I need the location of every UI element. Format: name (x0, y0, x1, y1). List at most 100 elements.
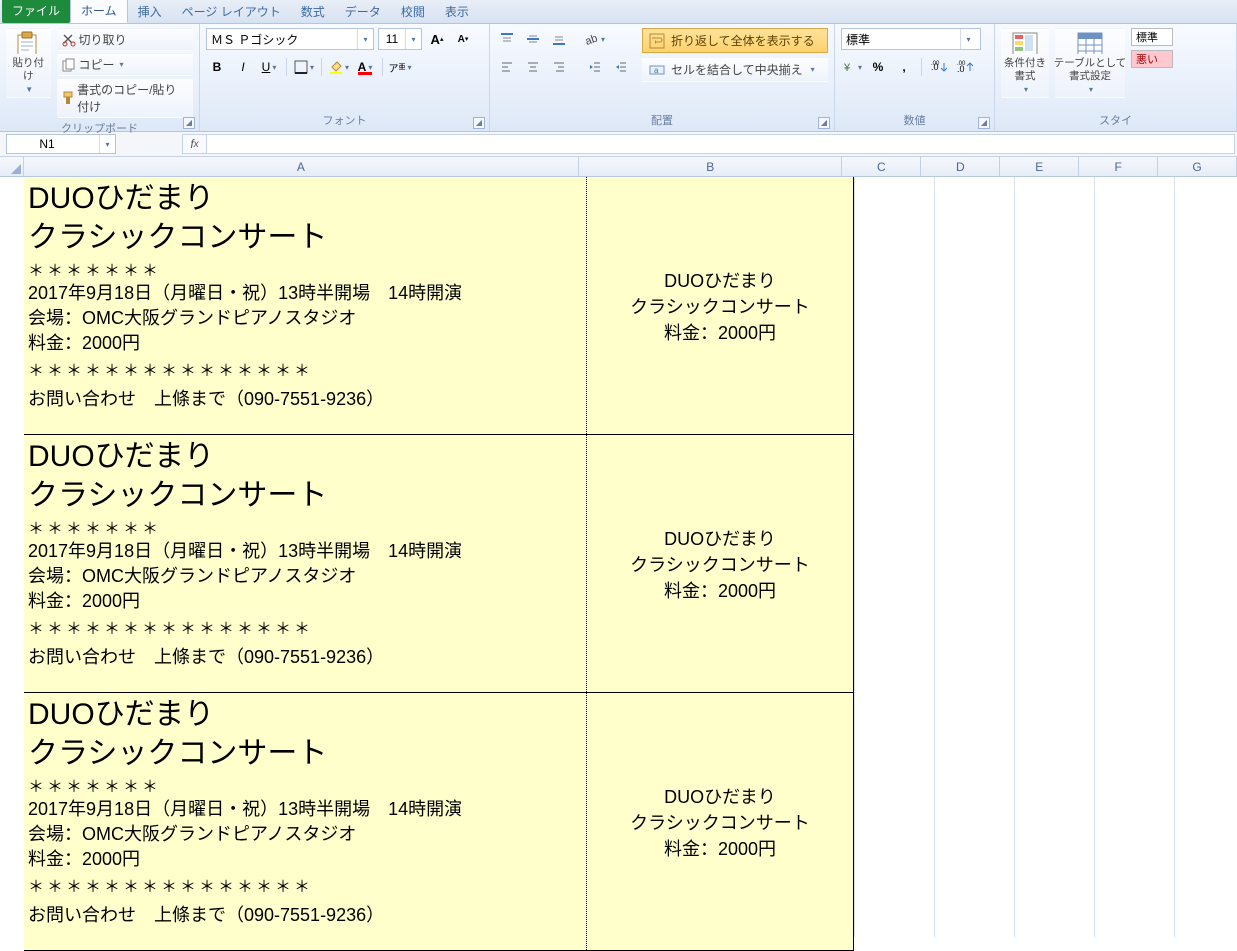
tab-data[interactable]: データ (335, 0, 391, 23)
format-painter-button[interactable]: 書式のコピー/貼り付け (57, 78, 194, 118)
style-bad[interactable]: 悪い (1131, 50, 1173, 68)
ticket-side-sub: クラシックコンサート (630, 809, 810, 835)
ticket-venue: 会場：OMC大阪グランドピアノスタジオ (28, 564, 582, 589)
select-all-corner[interactable] (0, 157, 24, 176)
font-name-combo[interactable]: ▾ (206, 28, 374, 50)
svg-text:¥: ¥ (843, 62, 851, 74)
tab-file[interactable]: ファイル (2, 0, 70, 23)
copy-button[interactable]: コピー▾ (57, 53, 194, 76)
ticket-price: 料金：2000円 (28, 331, 582, 356)
col-header-E[interactable]: E (1000, 157, 1079, 176)
group-label-styles: スタイ (1001, 110, 1230, 129)
tab-review[interactable]: 校閲 (391, 0, 435, 23)
ticket-side-title: DUOひだまり (664, 783, 776, 809)
increase-indent-button[interactable] (610, 56, 632, 78)
fill-icon (329, 60, 343, 74)
align-center-button[interactable] (522, 56, 544, 78)
align-bottom-button[interactable] (548, 28, 570, 50)
cond-label: 条件付き 書式 (1004, 57, 1046, 82)
ticket-subtitle: クラシックコンサート (28, 218, 582, 257)
grow-font-button[interactable]: A▴ (426, 28, 448, 50)
chevron-down-icon[interactable]: ▾ (357, 29, 373, 49)
dialog-expand-font[interactable]: ◢ (473, 117, 485, 129)
bold-button[interactable]: B (206, 56, 228, 78)
fill-color-button[interactable]: ▾ (328, 56, 350, 78)
increase-decimal-button[interactable]: .0.00 (928, 56, 950, 78)
cut-button[interactable]: 切り取り (57, 28, 194, 51)
percent-button[interactable]: % (867, 56, 889, 78)
chevron-down-icon[interactable]: ▾ (99, 135, 115, 153)
align-top-button[interactable] (496, 28, 518, 50)
col-header-B[interactable]: B (579, 157, 842, 176)
accounting-format-button[interactable]: ¥▾ (841, 56, 863, 78)
decrease-indent-button[interactable] (584, 56, 606, 78)
font-size-input[interactable] (379, 29, 405, 49)
chevron-down-icon[interactable]: ▾ (960, 29, 976, 49)
italic-button[interactable]: I (232, 56, 254, 78)
group-label-font: フォント (206, 110, 483, 129)
ticket-side-price: 料金：2000円 (664, 835, 776, 861)
underline-button[interactable]: U▾ (258, 56, 280, 78)
ticket-block[interactable]: DUOひだまりクラシックコンサート＊＊＊＊＊＊＊2017年9月18日（月曜日・祝… (24, 693, 854, 951)
merge-center-button[interactable]: a セルを結合して中央揃え▾ (642, 57, 828, 82)
align-left-button[interactable] (496, 56, 518, 78)
col-header-F[interactable]: F (1079, 157, 1158, 176)
comma-button[interactable]: , (893, 56, 915, 78)
ticket-side-title: DUOひだまり (664, 267, 776, 293)
dialog-expand-clipboard[interactable]: ◢ (183, 117, 195, 129)
font-name-input[interactable] (207, 29, 357, 49)
fx-button[interactable]: fx (182, 134, 206, 154)
style-normal[interactable]: 標準 (1131, 28, 1173, 46)
name-box-input[interactable] (7, 137, 87, 151)
ticket-subtitle: クラシックコンサート (28, 734, 582, 773)
ticket-block[interactable]: DUOひだまりクラシックコンサート＊＊＊＊＊＊＊2017年9月18日（月曜日・祝… (24, 435, 854, 693)
font-color-button[interactable]: A▾ (354, 56, 376, 78)
border-button[interactable]: ▾ (293, 56, 315, 78)
paste-button[interactable]: 貼り付け ▼ (6, 28, 51, 98)
phonetic-button[interactable]: ア亜▾ (389, 56, 411, 78)
wrap-text-button[interactable]: 折り返して全体を表示する (642, 28, 828, 53)
shrink-font-button[interactable]: A▾ (452, 28, 474, 50)
paste-icon (14, 31, 42, 54)
ticket-right: DUOひだまりクラシックコンサート料金：2000円 (587, 435, 854, 692)
conditional-format-button[interactable]: 条件付き 書式▾ (1001, 28, 1049, 98)
decrease-decimal-button[interactable]: .00.0 (954, 56, 976, 78)
col-header-C[interactable]: C (842, 157, 921, 176)
col-header-A[interactable]: A (24, 157, 579, 176)
chevron-down-icon[interactable]: ▾ (405, 29, 421, 49)
dialog-expand-alignment[interactable]: ◢ (818, 117, 830, 129)
col-header-D[interactable]: D (921, 157, 1000, 176)
ribbon: 貼り付け ▼ 切り取り コピー▾ 書式のコピー/貼り付け クリップボード ◢ (0, 24, 1237, 132)
font-size-combo[interactable]: ▾ (378, 28, 422, 50)
orientation-button[interactable]: ab▾ (584, 28, 606, 50)
dialog-expand-number[interactable]: ◢ (978, 117, 990, 129)
ticket-block[interactable]: DUOひだまりクラシックコンサート＊＊＊＊＊＊＊2017年9月18日（月曜日・祝… (24, 177, 854, 435)
svg-text:a: a (654, 66, 659, 75)
name-box[interactable]: ▾ (6, 134, 116, 154)
wrap-label: 折り返して全体を表示する (671, 32, 815, 49)
ticket-subtitle: クラシックコンサート (28, 476, 582, 515)
ticket-stars: ＊＊＊＊＊＊＊ (28, 515, 582, 539)
tab-formulas[interactable]: 数式 (291, 0, 335, 23)
font-color-bar-icon (358, 72, 372, 76)
tab-view[interactable]: 表示 (435, 0, 479, 23)
tab-insert[interactable]: 挿入 (128, 0, 172, 23)
format-as-table-button[interactable]: テーブルとして 書式設定▾ (1055, 28, 1125, 98)
group-alignment: ab▾ 折り返して全体を表示する a セルを結合し (490, 24, 835, 131)
group-number: ▾ ¥▾ % , .0.00 .00.0 数値 ◢ (835, 24, 995, 131)
align-middle-button[interactable] (522, 28, 544, 50)
ticket-title: DUOひだまり (28, 179, 582, 218)
ticket-side-price: 料金：2000円 (664, 577, 776, 603)
ticket-side-price: 料金：2000円 (664, 319, 776, 345)
number-format-input[interactable] (842, 29, 960, 49)
merge-icon: a (649, 62, 665, 78)
align-right-button[interactable] (548, 56, 570, 78)
ticket-datetime: 2017年9月18日（月曜日・祝）13時半開場 14時開演 (28, 797, 582, 822)
ticket-right: DUOひだまりクラシックコンサート料金：2000円 (587, 177, 854, 434)
formula-input[interactable] (206, 134, 1235, 154)
col-header-G[interactable]: G (1158, 157, 1237, 176)
number-format-combo[interactable]: ▾ (841, 28, 981, 50)
paste-label: 貼り付け (11, 57, 46, 82)
tab-home[interactable]: ホーム (70, 0, 128, 23)
tab-pagelayout[interactable]: ページ レイアウト (172, 0, 291, 23)
